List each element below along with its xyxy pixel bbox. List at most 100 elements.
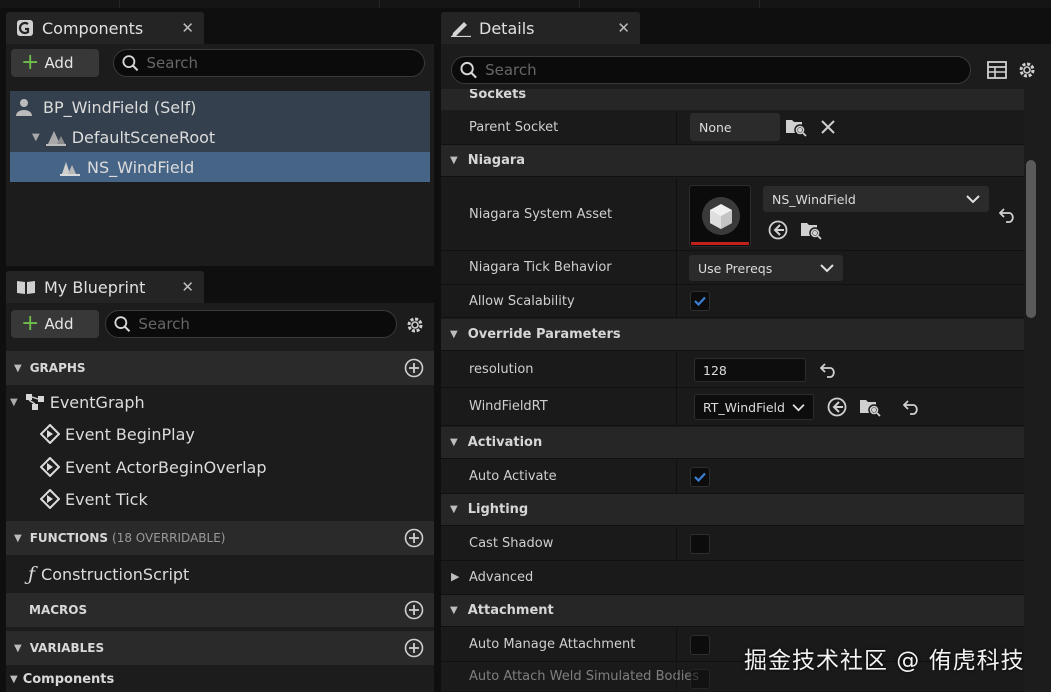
details-search[interactable] [451, 56, 971, 84]
actor-icon [16, 99, 32, 116]
event-item[interactable]: Event BeginPlay [40, 418, 195, 450]
niagara-system-asset-dropdown[interactable]: NS_WindField [763, 186, 989, 212]
section-attachment[interactable]: ▼ Attachment [441, 595, 1024, 627]
add-circle-icon[interactable] [404, 638, 424, 658]
event-icon [40, 489, 60, 509]
chevron-down-icon[interactable]: ▼ [32, 132, 40, 143]
use-selected-icon[interactable] [768, 220, 788, 240]
section-override-parameters[interactable]: ▼ Override Parameters [441, 319, 1024, 351]
chevron-down-icon[interactable]: ▼ [10, 397, 18, 408]
reset-icon[interactable] [820, 362, 838, 378]
chevron-right-icon[interactable]: ▶ [451, 570, 459, 583]
browse-icon[interactable] [859, 397, 881, 417]
close-icon[interactable]: ✕ [617, 19, 630, 37]
tree-item-ns-windfield[interactable]: NS_WindField [10, 152, 430, 182]
windfieldrt-dropdown[interactable]: RT_WindField [694, 394, 814, 420]
cast-shadow-checkbox[interactable] [690, 534, 710, 554]
row-advanced[interactable]: ▶ Advanced [441, 561, 1024, 595]
auto-attach-weld-checkbox[interactable] [690, 669, 710, 689]
close-icon[interactable]: ✕ [181, 278, 194, 296]
add-circle-icon[interactable] [404, 528, 424, 548]
add-circle-icon[interactable] [404, 358, 424, 378]
column-divider [676, 662, 677, 691]
search-input[interactable] [146, 54, 416, 72]
tab-title: My Blueprint [44, 277, 146, 297]
components-icon [17, 20, 33, 36]
chevron-down-icon: ▼ [450, 155, 458, 166]
event-icon [40, 457, 60, 477]
column-divider [676, 352, 677, 387]
add-blueprint-item-button[interactable]: + Add [11, 310, 99, 338]
book-icon [17, 281, 35, 294]
variables-components-category[interactable]: ▼ Components [6, 667, 434, 692]
event-graph-item[interactable]: ▼ EventGraph [10, 386, 145, 418]
search-icon [460, 61, 477, 79]
section-niagara[interactable]: ▼ Niagara [441, 145, 1024, 177]
section-macros[interactable]: MACROS [6, 593, 434, 627]
table-view-icon[interactable] [987, 60, 1007, 80]
event-item[interactable]: Event ActorBeginOverlap [40, 451, 266, 483]
search-input[interactable] [485, 61, 962, 79]
chevron-down-icon: ▼ [450, 504, 458, 515]
niagara-component-icon [60, 162, 80, 176]
tab-components[interactable]: Components ✕ [6, 12, 204, 44]
auto-activate-checkbox[interactable] [690, 467, 710, 487]
section-graphs[interactable]: ▼ GRAPHS [6, 351, 434, 385]
property-label: Niagara Tick Behavior [469, 260, 612, 275]
tree-item-label: BP_WindField (Self) [43, 97, 197, 117]
chevron-down-icon: ▼ [14, 362, 22, 374]
browse-icon[interactable] [800, 220, 822, 240]
event-graph-label: EventGraph [49, 392, 145, 412]
section-functions[interactable]: ▼ FUNCTIONS (18 OVERRIDABLE) [6, 521, 434, 555]
chevron-down-icon [966, 195, 980, 204]
tab-my-blueprint[interactable]: My Blueprint ✕ [6, 271, 204, 303]
close-icon[interactable]: ✕ [181, 19, 194, 37]
parent-socket-field[interactable]: None [690, 113, 780, 141]
column-divider [676, 178, 677, 250]
blueprint-search[interactable] [105, 310, 397, 338]
section-label: Activation [467, 435, 543, 450]
tab-details[interactable]: Details ✕ [441, 12, 640, 44]
section-lighting[interactable]: ▼ Lighting [441, 494, 1024, 526]
row-cast-shadow: Cast Shadow [441, 527, 1024, 561]
add-component-button[interactable]: + Add [11, 49, 99, 77]
watermark: 掘金技术社区 @ 侑虎科技 [744, 648, 1025, 674]
clear-icon[interactable] [820, 119, 836, 135]
section-sockets[interactable]: Sockets [441, 89, 1024, 110]
gear-icon[interactable] [1016, 59, 1038, 81]
field-value: None [699, 119, 732, 135]
section-variables[interactable]: ▼ VARIABLES [6, 631, 434, 665]
auto-manage-attachment-checkbox[interactable] [690, 635, 710, 655]
allow-scalability-checkbox[interactable] [690, 291, 710, 311]
reset-icon[interactable] [999, 207, 1017, 223]
details-scrollbar[interactable] [1026, 160, 1036, 318]
column-divider [676, 251, 677, 284]
components-search[interactable] [113, 49, 425, 77]
tree-item-self[interactable]: BP_WindField (Self) [10, 92, 430, 122]
scene-component-icon [45, 131, 66, 146]
tree-item-label: DefaultSceneRoot [71, 127, 216, 147]
tree-item-default-scene-root[interactable]: ▼ DefaultSceneRoot [10, 122, 430, 152]
search-icon [114, 316, 131, 332]
construction-script-item[interactable]: ƒ ConstructionScript [28, 558, 189, 590]
resolution-input[interactable]: 128 [694, 358, 806, 382]
function-icon: ƒ [28, 563, 36, 585]
field-value: NS_WindField [772, 191, 856, 207]
add-circle-icon[interactable] [404, 600, 424, 620]
asset-thumbnail[interactable] [689, 185, 751, 247]
section-label: Attachment [467, 603, 554, 618]
property-label: Allow Scalability [469, 293, 575, 309]
property-label: resolution [469, 362, 534, 377]
section-label: Lighting [467, 502, 529, 517]
gear-icon[interactable] [404, 314, 426, 336]
tree-item-label: NS_WindField [87, 157, 195, 177]
field-value: 128 [703, 362, 727, 378]
event-item[interactable]: Event Tick [40, 483, 148, 515]
reset-icon[interactable] [903, 399, 921, 415]
use-selected-icon[interactable] [827, 397, 847, 417]
search-input[interactable] [138, 315, 388, 333]
section-activation[interactable]: ▼ Activation [441, 427, 1024, 459]
tick-behavior-dropdown[interactable]: Use Prereqs [689, 255, 843, 281]
toolbar-segment [380, 0, 580, 8]
browse-icon[interactable] [785, 117, 807, 137]
